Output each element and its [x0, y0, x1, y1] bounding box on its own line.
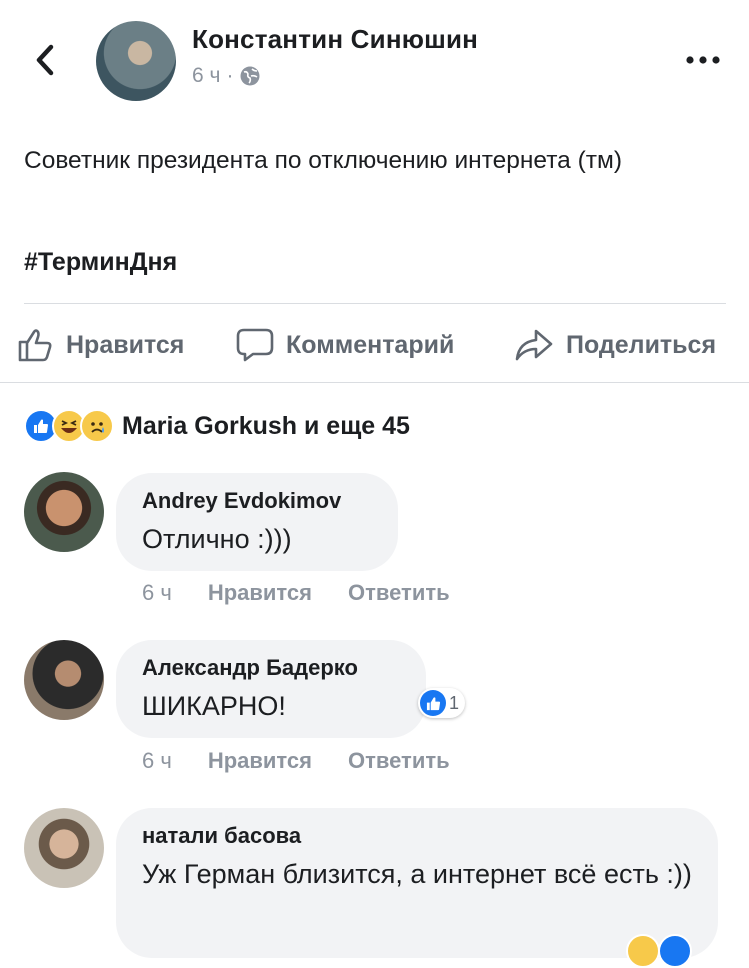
- comment-time[interactable]: 6 ч: [142, 580, 172, 606]
- reactions-summary[interactable]: Maria Gorkush и еще 45: [24, 404, 410, 448]
- chevron-left-icon: [36, 44, 54, 76]
- post-meta: 6 ч ·: [192, 64, 261, 88]
- comment-time[interactable]: 6 ч: [142, 748, 172, 774]
- meta-separator: ·: [226, 64, 234, 87]
- comment-bubble: Andrey Evdokimov Отлично :))): [116, 473, 398, 571]
- like-button[interactable]: Нравится: [18, 320, 184, 370]
- sad-emoji-icon: [80, 409, 114, 443]
- comment-like-link[interactable]: Нравится: [208, 748, 312, 774]
- comment-button[interactable]: Комментарий: [236, 320, 454, 370]
- thumbs-up-icon: [18, 329, 52, 362]
- comment-avatar[interactable]: [24, 808, 104, 888]
- comment-avatar[interactable]: [24, 640, 104, 720]
- section-divider: [0, 382, 749, 383]
- author-name[interactable]: Константин Синюшин: [192, 24, 478, 55]
- hashtag-link[interactable]: #ТерминДня: [24, 248, 177, 277]
- comment-meta: 6 ч Нравится Ответить: [142, 580, 450, 606]
- comment-text: ШИКАРНО!: [142, 691, 286, 721]
- more-options-button[interactable]: [683, 42, 723, 78]
- post-time[interactable]: 6 ч: [192, 64, 220, 88]
- like-count: 1: [449, 692, 460, 713]
- divider: [24, 303, 726, 304]
- comment-bubble: Александр Бадерко ШИКАРНО!: [116, 640, 426, 738]
- reaction-emoji-icon: [626, 934, 660, 968]
- comment-reply-link[interactable]: Ответить: [348, 748, 450, 774]
- globe-icon: [240, 66, 260, 86]
- reactions-text: Maria Gorkush и еще 45: [122, 411, 410, 440]
- comment-meta: 6 ч Нравится Ответить: [142, 748, 450, 774]
- comment-author[interactable]: натали басова: [142, 822, 692, 850]
- comment-text: Уж Герман близится, а интернет всё есть …: [142, 859, 692, 889]
- share-button[interactable]: Поделиться: [514, 320, 716, 370]
- comment-label: Комментарий: [286, 330, 455, 359]
- comment-like-count[interactable]: 1: [418, 688, 466, 718]
- comment-author[interactable]: Александр Бадерко: [142, 654, 400, 682]
- comment-text: Отлично :))): [142, 524, 292, 554]
- share-arrow-icon: [515, 329, 553, 361]
- comment-avatar[interactable]: [24, 472, 104, 552]
- comment-reply-link[interactable]: Ответить: [348, 580, 450, 606]
- like-icon: [420, 690, 446, 716]
- back-button[interactable]: [30, 38, 60, 82]
- author-avatar[interactable]: [96, 21, 176, 101]
- comment-like-link[interactable]: Нравится: [208, 580, 312, 606]
- share-label: Поделиться: [566, 330, 717, 359]
- like-icon: [658, 934, 692, 968]
- comment-bubble: натали басова Уж Герман близится, а инте…: [116, 808, 718, 958]
- post-text: Советник президента по отключению интерн…: [24, 147, 623, 174]
- comment-bubble-icon: [236, 328, 274, 362]
- like-label: Нравится: [66, 330, 185, 359]
- more-dots-icon: [686, 56, 720, 64]
- comment-author[interactable]: Andrey Evdokimov: [142, 487, 372, 515]
- post-actions: Нравится Комментарий Поделиться: [0, 320, 749, 370]
